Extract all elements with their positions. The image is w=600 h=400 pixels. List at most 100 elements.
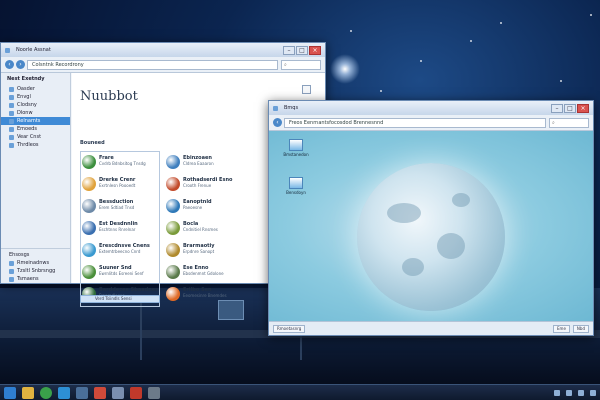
star — [350, 30, 352, 32]
media-icon[interactable] — [148, 386, 160, 399]
program-item[interactable]: Erilbo Sen Eeomesinre Bnemdes — [166, 287, 227, 310]
program-icon — [166, 243, 180, 257]
program-item[interactable]: Ese Enno Ebsdenmnt Gdolone — [166, 265, 224, 288]
sidebar-item-label: Dlonw — [17, 110, 33, 116]
system-tray — [548, 389, 596, 396]
back-arrow-icon[interactable]: ‹ — [5, 60, 14, 69]
sidebar-footer-label: Rmeinadnws — [17, 260, 50, 266]
maximize-button[interactable]: □ — [296, 45, 308, 55]
taskbar — [0, 384, 600, 400]
program-item[interactable]: Brarmaotiy Erpdnre Sanopt — [166, 243, 215, 266]
moon-image — [357, 163, 505, 311]
program-item[interactable]: Drerke Crenr Exrtnlesn Poooedt — [82, 177, 135, 200]
star — [380, 90, 382, 92]
globe-icon[interactable] — [40, 386, 52, 399]
desktop-icon[interactable]: Bmstanedon — [281, 139, 311, 157]
sidebar-header: Nest Exetndy — [7, 76, 45, 82]
program-subtitle: Erem Sdtiad Tnsd — [99, 205, 135, 210]
address-bar[interactable]: Colsntnk Recordrony — [27, 59, 278, 70]
file-icon — [289, 177, 303, 189]
program-subtitle: Eschtnns Rnrelnar — [99, 227, 136, 232]
program-item[interactable]: Bessduction Erem Sdtiad Tnsd — [82, 199, 134, 222]
program-item[interactable]: Rothadserdi Esno Crooth Frenue — [166, 177, 232, 200]
window-title: Bmqs — [284, 105, 299, 111]
program-item[interactable]: Bocla Cndnitiel Rnsmes — [166, 221, 218, 244]
file-icon — [289, 139, 303, 151]
window-icon[interactable] — [76, 386, 88, 399]
user-icon — [9, 276, 14, 282]
sidebar-item-dlonw[interactable]: Dlonw — [1, 109, 70, 117]
sidebar-footer: Ehsosgs Rmeinadnws Tzsltl Snbrsngg Tsmae… — [1, 248, 71, 283]
title-bar[interactable]: Bmqs – □ × — [269, 101, 593, 115]
program-item[interactable]: Suuner Snd Ewrnlitds Esreeni Senf — [82, 265, 144, 288]
status-button[interactable]: Nbd — [572, 324, 589, 333]
search-input[interactable]: ⌕ — [549, 117, 589, 128]
address-bar[interactable]: Freos Eenrnantsfocosdod Brennesnnd — [284, 117, 546, 128]
program-icon — [166, 287, 180, 301]
sidebar-item-oasder[interactable]: Oasder — [1, 85, 70, 93]
program-icon — [82, 155, 96, 169]
sidebar-footer-item[interactable]: Tsmaens — [1, 275, 71, 283]
status-button[interactable]: Eme — [553, 324, 570, 333]
program-subtitle: Erpdnre Sanopt — [183, 249, 215, 254]
network-icon — [9, 260, 14, 266]
sidebar-footer-item[interactable]: Rmeinadnws — [1, 259, 71, 267]
clock-icon[interactable] — [590, 389, 596, 396]
sidebar-item-label: Thrdleos — [17, 142, 39, 148]
sidebar-item-relnamts[interactable]: Relnamts — [1, 117, 70, 125]
sidebar-footer-item[interactable]: Tzsltl Snbrsngg — [1, 267, 71, 275]
help-icon[interactable] — [302, 85, 311, 94]
status-button[interactable]: Rmoetasnrg — [273, 324, 306, 333]
mail-icon[interactable] — [94, 386, 106, 399]
forward-arrow-icon[interactable]: › — [16, 60, 25, 69]
section-heading: Bouneed — [80, 140, 105, 146]
back-arrow-icon[interactable]: ‹ — [273, 118, 282, 127]
minimize-button[interactable]: – — [551, 103, 563, 113]
close-button[interactable]: × — [309, 45, 321, 55]
start-icon[interactable] — [4, 386, 16, 399]
folder-icon — [9, 142, 14, 148]
program-subtitle: Cldrea Eaaaron — [183, 161, 214, 166]
program-icon — [166, 155, 180, 169]
program-item[interactable]: Ebinzoaen Cldrea Eaaaron — [166, 155, 214, 178]
window-title: Noorle Assnat — [16, 47, 51, 53]
sidebar-item-emoeds[interactable]: Emoeds — [1, 125, 70, 133]
program-subtitle: Extemtrbeecno Cnrd — [99, 249, 141, 254]
maximize-button[interactable]: □ — [564, 103, 576, 113]
files-icon[interactable] — [22, 386, 34, 399]
desktop-icon[interactable]: Bensdoyn — [281, 177, 311, 195]
app-icon[interactable] — [58, 386, 70, 399]
program-icon — [82, 265, 96, 279]
program-icon — [166, 199, 180, 213]
sidebar-item-thrdleos[interactable]: Thrdleos — [1, 141, 70, 149]
program-subtitle: Exrtnlesn Poooedt — [99, 183, 136, 188]
program-icon — [166, 265, 180, 279]
program-subtitle: Ebsdenmnt Gdolone — [183, 271, 224, 276]
sidebar-item-vear-cnst[interactable]: Vear Cnst — [1, 133, 70, 141]
star — [590, 14, 592, 16]
program-icon — [166, 221, 180, 235]
app-icon — [5, 47, 10, 53]
status-bar: Rmoetasnrg Eme Nbd — [269, 321, 593, 335]
program-item[interactable]: Frare Cvdrb Bdnbsitog Tnsdg — [82, 155, 146, 178]
sidebar-item-envgl[interactable]: Envgl — [1, 93, 70, 101]
battery-icon[interactable] — [578, 389, 584, 396]
program-item[interactable]: Est Desdnnlin Eschtnns Rnrelnar — [82, 221, 138, 244]
minimize-button[interactable]: – — [283, 45, 295, 55]
nav-bar: ‹ › Colsntnk Recordrony ⌕ — [1, 57, 325, 73]
program-item[interactable]: Eanoptnld Paeoesne — [166, 199, 212, 222]
title-bar[interactable]: Noorle Assnat – □ × — [1, 43, 325, 57]
search-input[interactable]: ⌕ — [281, 59, 321, 70]
download-icon — [9, 110, 14, 116]
sidebar-item-clodsny[interactable]: Clodsny — [1, 101, 70, 109]
game-icon[interactable] — [130, 386, 142, 399]
volume-icon[interactable] — [566, 389, 572, 396]
network-icon[interactable] — [554, 389, 560, 396]
note-icon[interactable] — [112, 386, 124, 399]
star — [500, 22, 502, 24]
close-button[interactable]: × — [577, 103, 589, 113]
program-item[interactable]: Erescdnsve Cnens Extemtrbeecno Cnrd — [82, 243, 150, 266]
sidebar-item-label: Vear Cnst — [17, 134, 42, 140]
selection-bar[interactable]: Verd Tsiindls Sensi — [80, 295, 160, 303]
sidebar-footer-item[interactable]: Ehsosgs — [1, 251, 71, 259]
